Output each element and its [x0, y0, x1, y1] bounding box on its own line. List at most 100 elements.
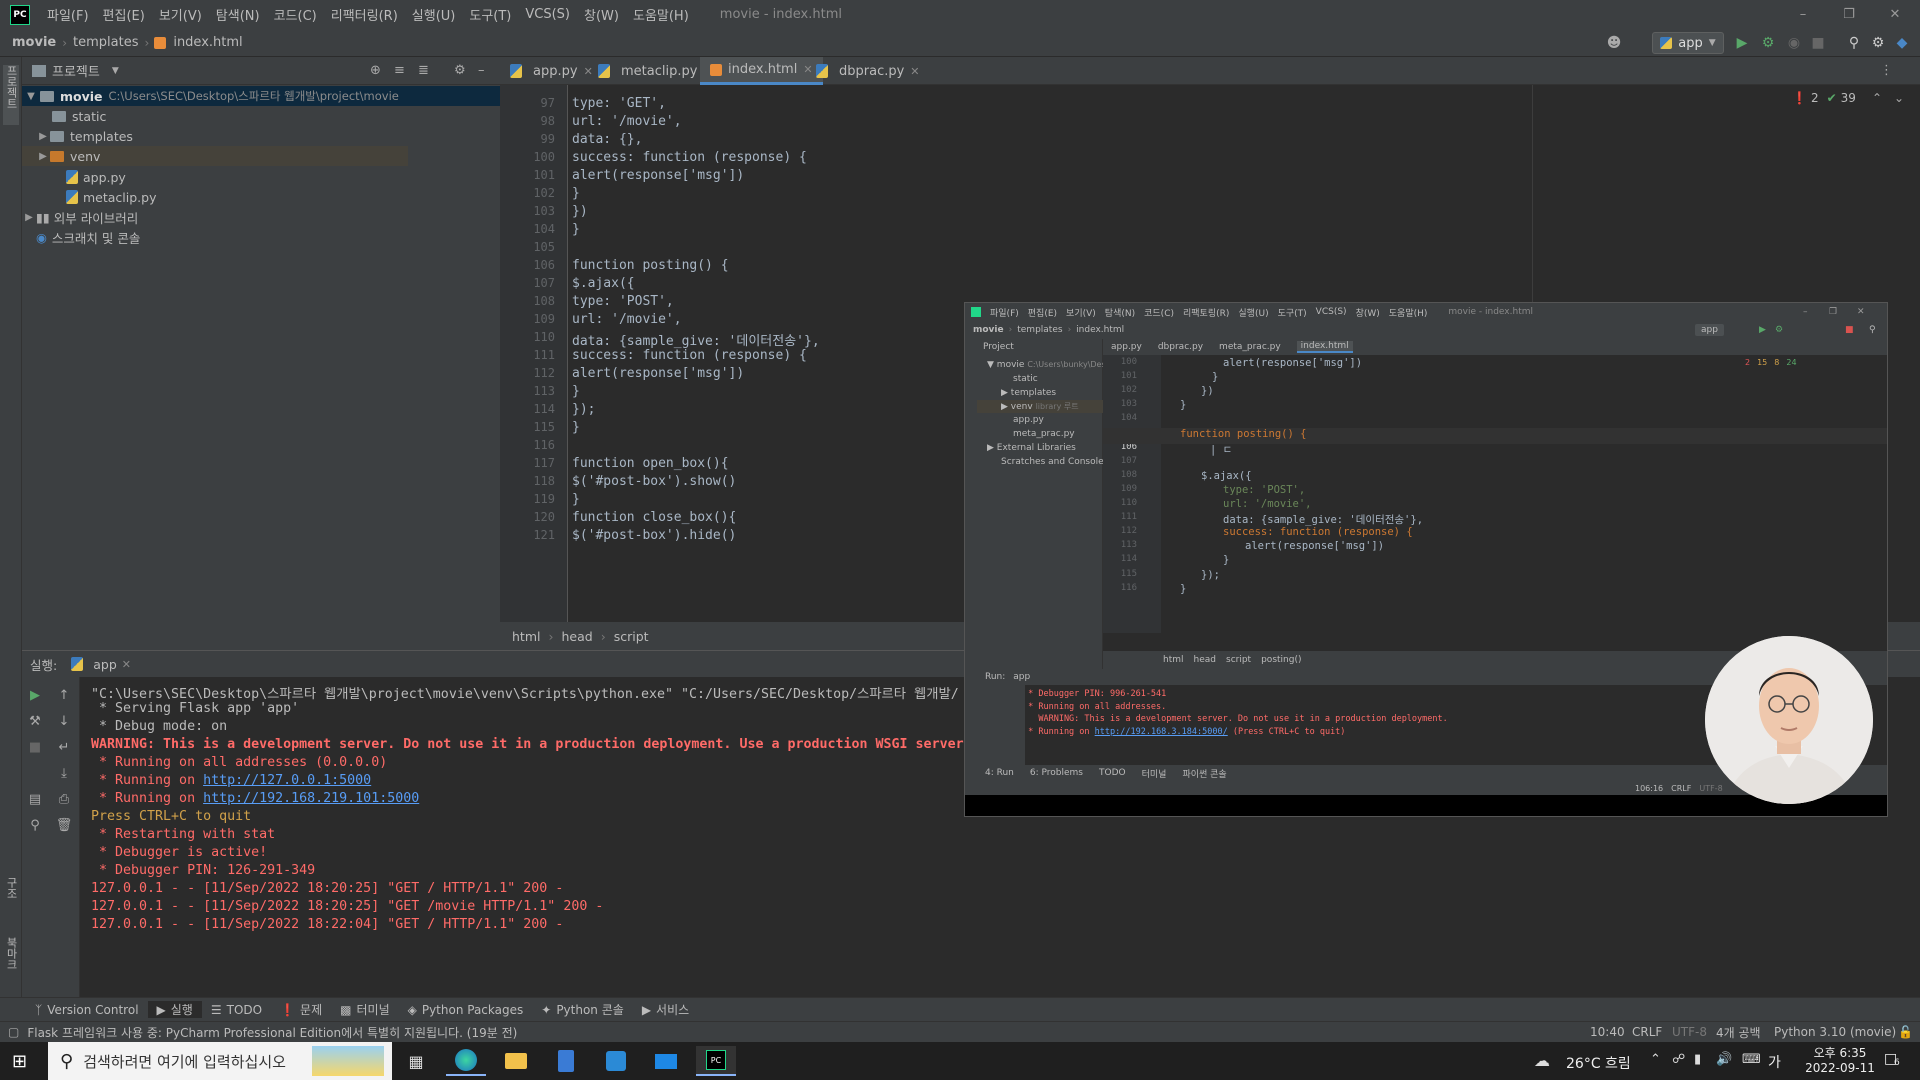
chevron-down-icon[interactable]: ⌄ — [1894, 91, 1904, 105]
code-line[interactable]: }); — [572, 402, 595, 417]
restore-icon[interactable]: ❐ — [1826, 0, 1872, 29]
indent-setting[interactable]: 4개 공백 — [1716, 1024, 1761, 1041]
pycharm-taskbar-icon[interactable]: PC — [696, 1046, 736, 1076]
project-panel-title[interactable]: 프로젝트 — [52, 61, 100, 80]
code-line[interactable]: $.ajax({ — [572, 276, 635, 291]
tree-item-templates[interactable]: ▶ templates — [36, 126, 133, 146]
chevron-down-icon[interactable]: ▼ — [112, 66, 119, 76]
python-interpreter[interactable]: Python 3.10 (movie) — [1774, 1025, 1896, 1039]
menu-code[interactable]: 코드(C) — [267, 5, 324, 24]
locate-icon[interactable]: ⊕ — [370, 63, 381, 78]
toolwindow-python-console[interactable]: ✦ Python 콘솔 — [532, 1001, 633, 1018]
tree-item-external-libraries[interactable]: ▶ ▮▮ 외부 라이브러리 — [22, 207, 138, 227]
run-config-select[interactable]: app ▼ — [1652, 32, 1724, 54]
clock-time[interactable]: 오후 6:35 — [1800, 1044, 1880, 1061]
volume-icon[interactable]: 🔊 — [1716, 1052, 1732, 1067]
scroll-to-end-icon[interactable]: ⤓ — [56, 765, 72, 781]
breadcrumb-script[interactable]: script — [614, 629, 649, 644]
trash-icon[interactable]: 🗑 — [56, 817, 73, 833]
toolwindow-todo[interactable]: ☰ TODO — [202, 1003, 271, 1017]
taskbar-search[interactable]: ⚲ 검색하려면 여기에 입력하십시오 — [48, 1042, 392, 1080]
status-message[interactable]: Flask 프레임워크 사용 중: PyCharm Professional E… — [27, 1024, 517, 1041]
tray-chevron-up-icon[interactable]: ⌃ — [1650, 1052, 1661, 1067]
calculator-icon[interactable] — [546, 1046, 586, 1076]
code-line[interactable]: success: function (response) { — [572, 150, 807, 165]
code-line[interactable]: function open_box(){ — [572, 456, 729, 471]
code-line[interactable]: } — [572, 384, 580, 399]
network-icon[interactable]: ☍ — [1672, 1052, 1685, 1067]
windows-start-icon[interactable]: ⊞ — [12, 1051, 27, 1072]
console-link[interactable]: http://127.0.0.1:5000 — [203, 773, 371, 788]
clock-date[interactable]: 2022-09-11 — [1800, 1061, 1880, 1075]
menu-help[interactable]: 도움말(H) — [626, 5, 696, 24]
close-icon[interactable]: ✕ — [910, 65, 919, 78]
breadcrumb-project[interactable]: movie — [8, 35, 60, 50]
store-icon[interactable] — [596, 1046, 636, 1076]
input-method-icon[interactable]: ⌨ — [1742, 1052, 1761, 1067]
code-line[interactable]: data: {}, — [572, 132, 642, 147]
code-line[interactable]: function close_box(){ — [572, 510, 736, 525]
tree-item-venv[interactable]: ▶ venv — [22, 146, 408, 166]
run-tab-app[interactable]: app ✕ — [71, 657, 131, 672]
update-icon[interactable]: ◆ — [1894, 35, 1910, 51]
code-line[interactable]: } — [572, 492, 580, 507]
chevron-up-icon[interactable]: ⌃ — [1872, 91, 1882, 105]
code-line[interactable]: $('#post-box').hide() — [572, 528, 736, 543]
bookmarks-side-tab[interactable]: 북마크 — [3, 937, 19, 970]
run-icon[interactable]: ▶ — [1734, 35, 1750, 51]
settings-gear-icon[interactable]: ⚙ — [1870, 35, 1886, 51]
breadcrumb-folder[interactable]: templates — [69, 35, 142, 50]
inspection-widget[interactable]: ❗ 2 ✔ 39 ⌃ ⌄ — [1792, 91, 1904, 105]
code-line[interactable]: } — [572, 222, 580, 237]
menu-window[interactable]: 창(W) — [577, 5, 626, 24]
code-line[interactable]: alert(response['msg']) — [572, 168, 744, 183]
toolwindow-problems[interactable]: ❗ 문제 — [271, 1001, 331, 1018]
coverage-icon[interactable]: ◉ — [1786, 35, 1802, 51]
minimize-icon[interactable]: – — [1780, 0, 1826, 29]
caret-position[interactable]: 10:40 — [1590, 1025, 1625, 1039]
gear-icon[interactable]: ⚙ — [454, 63, 466, 78]
code-line[interactable]: success: function (response) { — [572, 348, 807, 363]
stop-icon[interactable]: ■ — [27, 739, 43, 755]
code-line[interactable]: function posting() { — [572, 258, 729, 273]
task-view-icon[interactable]: ▦ — [396, 1046, 436, 1076]
tab-dbprac-py[interactable]: dbprac.py ✕ — [806, 57, 930, 85]
scroll-down-icon[interactable]: ↓ — [56, 713, 72, 729]
file-explorer-icon[interactable] — [496, 1046, 536, 1076]
toolwindow-run[interactable]: ▶ 실행 — [147, 1001, 202, 1018]
code-line[interactable]: alert(response['msg']) — [572, 366, 744, 381]
rerun-icon[interactable]: ▶ — [27, 687, 43, 703]
ime-indicator[interactable]: 가 — [1768, 1052, 1781, 1072]
collapse-all-icon[interactable]: ≣ — [418, 63, 429, 78]
menu-refactor[interactable]: 리팩터링(R) — [324, 5, 405, 24]
hide-panel-icon[interactable]: – — [478, 63, 485, 78]
close-icon[interactable]: ✕ — [122, 658, 131, 671]
code-line[interactable]: url: '/movie', — [572, 312, 682, 327]
more-options-icon[interactable]: ⋮ — [1880, 63, 1893, 78]
pin-icon[interactable]: ⚲ — [27, 817, 43, 833]
menu-file[interactable]: 파일(F) — [40, 5, 96, 24]
console-link[interactable]: http://192.168.219.101:5000 — [203, 791, 419, 806]
mail-icon[interactable] — [646, 1046, 686, 1076]
weather-icon[interactable]: ☁ — [1534, 1051, 1550, 1070]
layout-icon[interactable]: ▤ — [27, 791, 43, 807]
stop-icon[interactable]: ■ — [1810, 35, 1826, 51]
menu-navigate[interactable]: 탐색(N) — [209, 5, 267, 24]
menu-tools[interactable]: 도구(T) — [462, 5, 518, 24]
menu-run[interactable]: 실행(U) — [405, 5, 463, 24]
code-line[interactable]: } — [572, 186, 580, 201]
scroll-up-icon[interactable]: ↑ — [56, 687, 72, 703]
tree-item-static[interactable]: static — [52, 106, 106, 126]
code-line[interactable]: type: 'POST', — [572, 294, 674, 309]
toolwindow-python-packages[interactable]: ◈ Python Packages — [399, 1003, 533, 1017]
tree-item-metaclip-py[interactable]: metaclip.py — [66, 187, 157, 207]
file-encoding[interactable]: UTF-8 — [1672, 1025, 1707, 1039]
code-line[interactable]: } — [572, 420, 580, 435]
toolwindow-services[interactable]: ▶ 서비스 — [633, 1001, 698, 1018]
expand-all-icon[interactable]: ≡ — [394, 63, 405, 78]
soft-wrap-icon[interactable]: ↵ — [56, 739, 72, 755]
menu-view[interactable]: 보기(V) — [152, 5, 209, 24]
user-icon[interactable]: ☻ — [1606, 35, 1622, 51]
wrench-icon[interactable]: ⚒ — [27, 713, 43, 729]
debug-icon[interactable]: ⚙ — [1760, 35, 1776, 51]
